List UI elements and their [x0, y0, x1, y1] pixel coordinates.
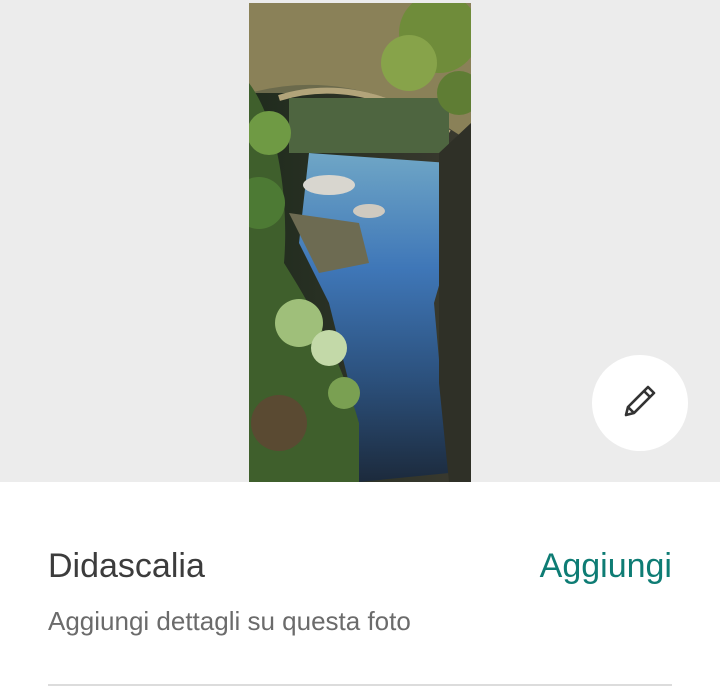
divider [48, 684, 672, 686]
pencil-icon [616, 377, 664, 430]
caption-subtitle: Aggiungi dettagli su questa foto [48, 606, 411, 636]
caption-title: Didascalia [48, 547, 205, 585]
caption-section: Didascalia Aggiungi Aggiungi dettagli su… [0, 482, 720, 687]
edit-photo-button[interactable] [592, 355, 688, 451]
photo-viewer [0, 0, 720, 482]
photo-image[interactable] [249, 3, 471, 482]
add-caption-button[interactable]: Aggiungi [540, 544, 672, 588]
